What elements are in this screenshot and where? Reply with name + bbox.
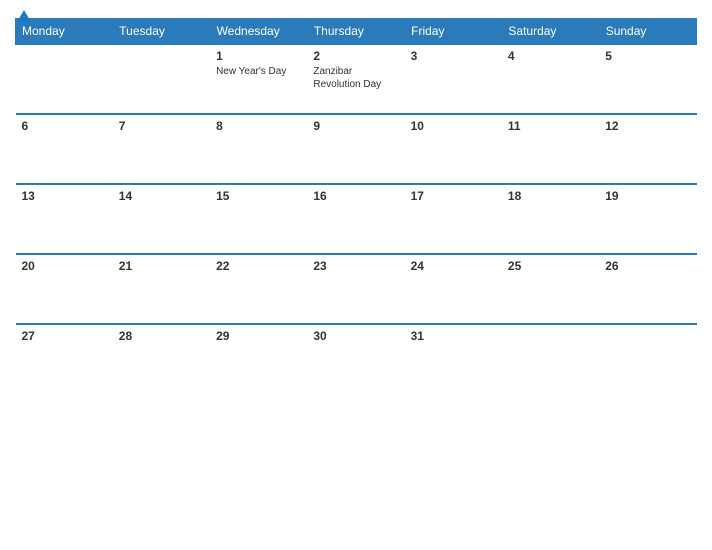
weekday-header: Sunday: [599, 19, 696, 45]
weekday-row: MondayTuesdayWednesdayThursdayFridaySatu…: [16, 19, 697, 45]
logo-triangle-icon: [17, 10, 31, 22]
day-cell: 3: [405, 44, 502, 114]
day-cell: 18: [502, 184, 599, 254]
day-number: 21: [119, 259, 204, 273]
day-cell: 13: [16, 184, 113, 254]
calendar-table: MondayTuesdayWednesdayThursdayFridaySatu…: [15, 18, 697, 394]
weekday-header: Saturday: [502, 19, 599, 45]
day-cell: 10: [405, 114, 502, 184]
day-number: 20: [22, 259, 107, 273]
day-cell: 7: [113, 114, 210, 184]
day-number: 13: [22, 189, 107, 203]
day-number: 2: [313, 49, 398, 63]
weekday-header: Thursday: [307, 19, 404, 45]
day-number: 6: [22, 119, 107, 133]
day-cell: 6: [16, 114, 113, 184]
day-number: 10: [411, 119, 496, 133]
week-row: 6789 10 11 12: [16, 114, 697, 184]
day-cell: 1 New Year's Day: [210, 44, 307, 114]
day-number: 24: [411, 259, 496, 273]
week-row: 20 21 22 23 24 25 26: [16, 254, 697, 324]
day-number: 18: [508, 189, 593, 203]
day-number: 22: [216, 259, 301, 273]
day-number: 23: [313, 259, 398, 273]
logo: [15, 10, 31, 24]
day-number: 11: [508, 119, 593, 133]
day-cell: [502, 324, 599, 394]
page: MondayTuesdayWednesdayThursdayFridaySatu…: [0, 0, 712, 550]
day-cell: 31: [405, 324, 502, 394]
day-cell: 12: [599, 114, 696, 184]
event-label: New Year's Day: [216, 66, 286, 77]
day-number: 15: [216, 189, 301, 203]
day-cell: 2 Zanzibar Revolution Day: [307, 44, 404, 114]
day-number: 17: [411, 189, 496, 203]
day-cell: 4: [502, 44, 599, 114]
day-number: 28: [119, 329, 204, 343]
day-cell: 27: [16, 324, 113, 394]
day-number: 19: [605, 189, 690, 203]
day-cell: 21: [113, 254, 210, 324]
day-cell: 9: [307, 114, 404, 184]
week-row: 1 New Year's Day 2 Zanzibar Revolution Day 34…: [16, 44, 697, 114]
event-label: Revolution Day: [313, 79, 381, 90]
week-row: 27 28 29 30 31: [16, 324, 697, 394]
day-cell: [16, 44, 113, 114]
day-number: 1: [216, 49, 301, 63]
logo-blue-text: [15, 10, 31, 24]
day-number: 4: [508, 49, 593, 63]
day-cell: 26: [599, 254, 696, 324]
day-cell: 23: [307, 254, 404, 324]
day-cell: 14: [113, 184, 210, 254]
day-number: 31: [411, 329, 496, 343]
day-cell: 17: [405, 184, 502, 254]
day-cell: 8: [210, 114, 307, 184]
day-number: 8: [216, 119, 301, 133]
day-cell: 22: [210, 254, 307, 324]
day-cell: [113, 44, 210, 114]
day-cell: 20: [16, 254, 113, 324]
weekday-header: Wednesday: [210, 19, 307, 45]
day-number: 27: [22, 329, 107, 343]
day-number: 7: [119, 119, 204, 133]
calendar-header: MondayTuesdayWednesdayThursdayFridaySatu…: [16, 19, 697, 45]
calendar-body: 1 New Year's Day 2 Zanzibar Revolution Day 34…: [16, 44, 697, 394]
day-cell: 29: [210, 324, 307, 394]
day-number: 30: [313, 329, 398, 343]
weekday-header: Tuesday: [113, 19, 210, 45]
day-cell: [599, 324, 696, 394]
day-number: 3: [411, 49, 496, 63]
day-number: 29: [216, 329, 301, 343]
day-cell: 28: [113, 324, 210, 394]
day-number: 5: [605, 49, 690, 63]
day-number: 25: [508, 259, 593, 273]
day-number: 14: [119, 189, 204, 203]
day-cell: 5: [599, 44, 696, 114]
day-cell: 25: [502, 254, 599, 324]
day-number: 26: [605, 259, 690, 273]
weekday-header: Friday: [405, 19, 502, 45]
day-number: 12: [605, 119, 690, 133]
day-number: 16: [313, 189, 398, 203]
event-label: Zanzibar: [313, 66, 352, 77]
day-cell: 11: [502, 114, 599, 184]
day-cell: 24: [405, 254, 502, 324]
day-cell: 19: [599, 184, 696, 254]
day-cell: 15: [210, 184, 307, 254]
week-row: 13 14 15 16 17 18 19: [16, 184, 697, 254]
day-number: 9: [313, 119, 398, 133]
day-cell: 30: [307, 324, 404, 394]
day-cell: 16: [307, 184, 404, 254]
